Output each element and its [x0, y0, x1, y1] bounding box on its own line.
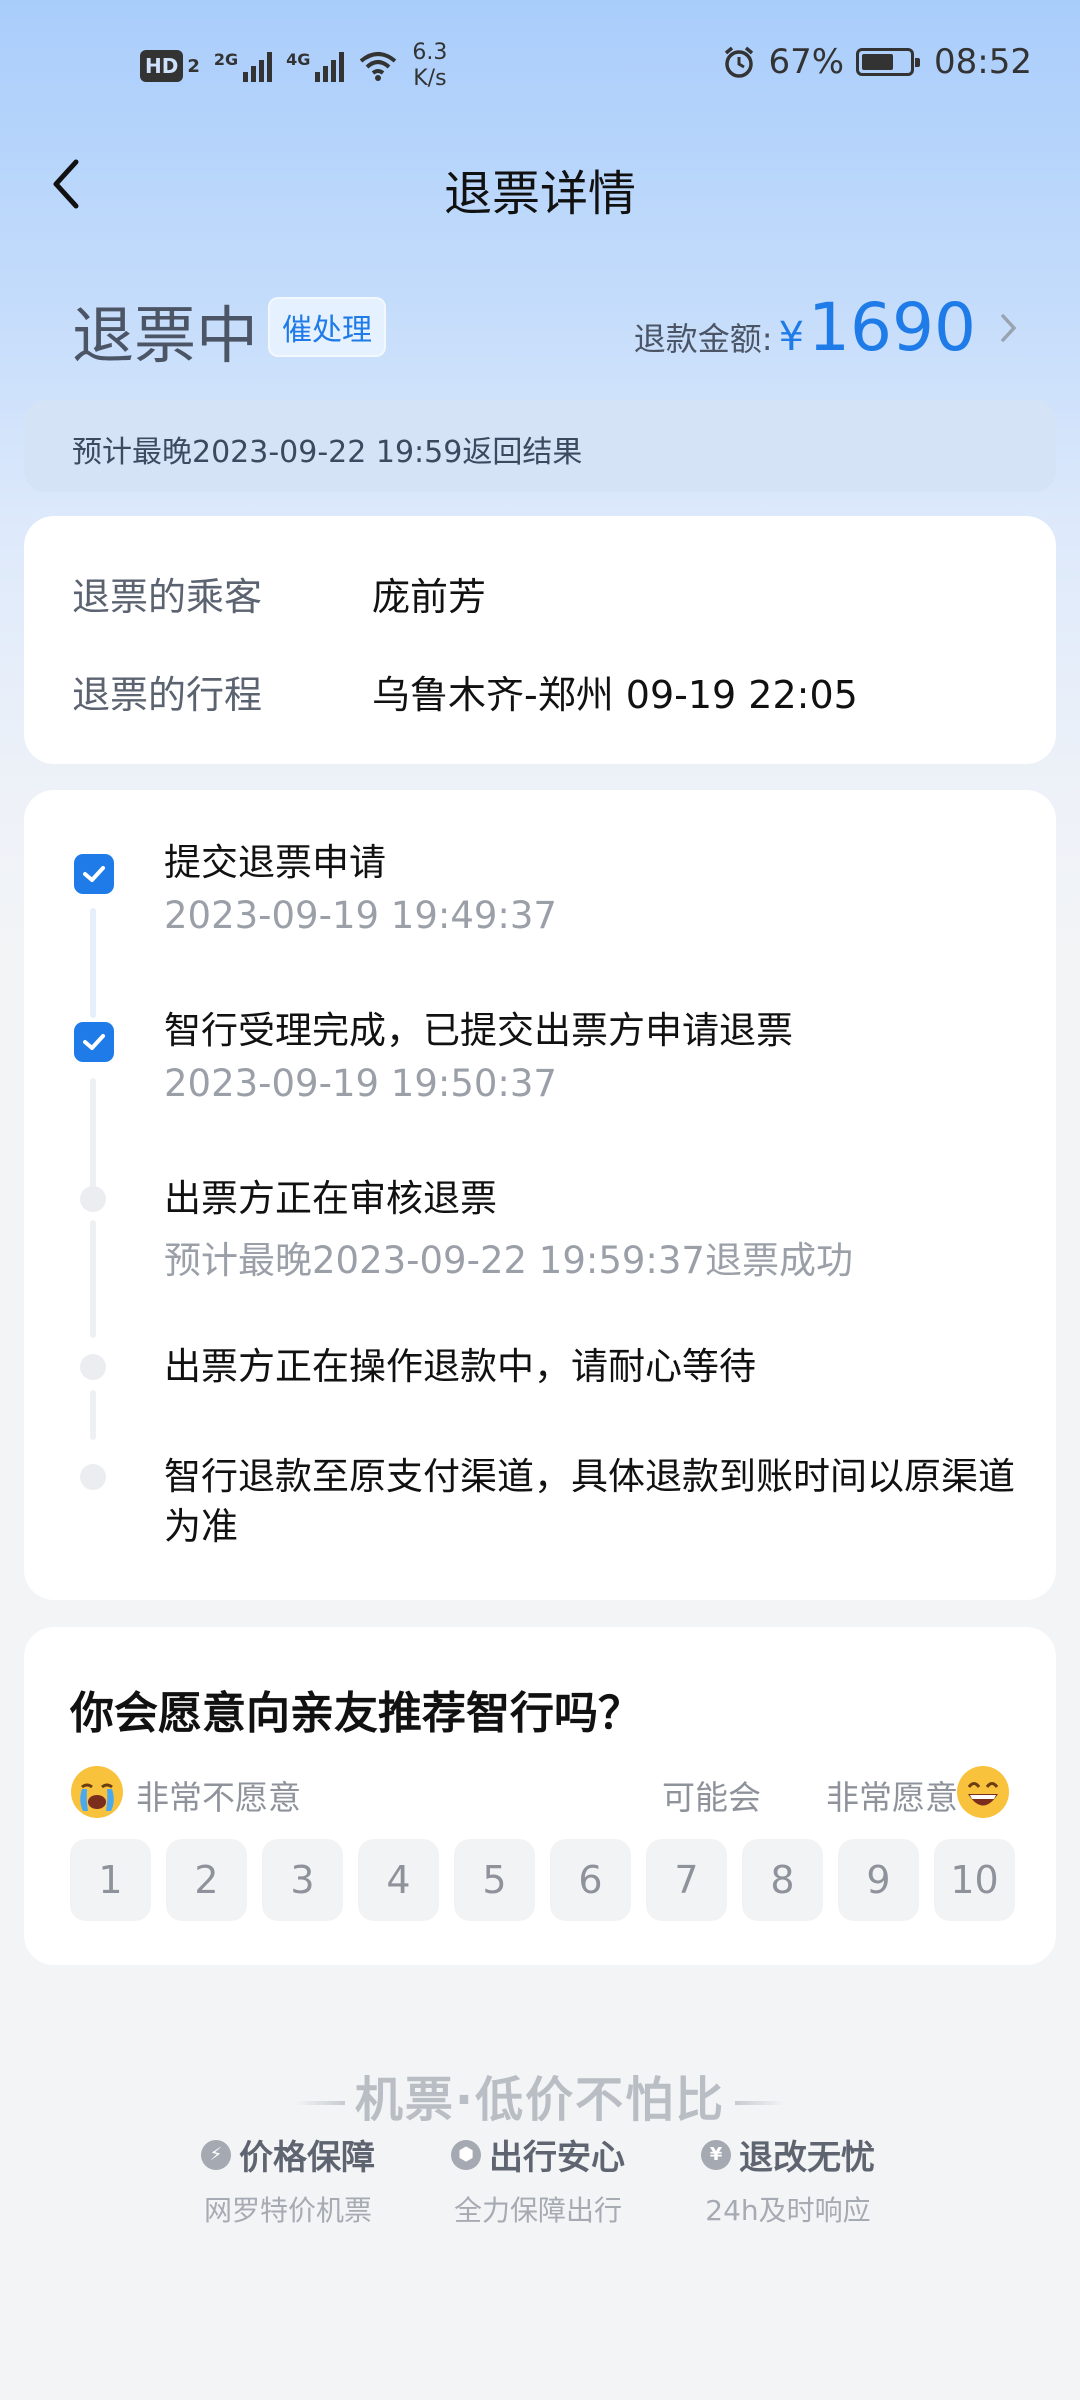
signal-4g-icon: 4G [286, 50, 345, 82]
rating-scale: 1 2 3 4 5 6 7 8 9 10 [70, 1839, 1015, 1921]
step-time: 2023-09-19 19:49:37 [164, 894, 557, 937]
shield-icon: ⬢ [451, 2139, 481, 2170]
nav-header: 退票详情 [0, 140, 1080, 230]
step-title: 提交退票申请 [164, 841, 386, 884]
urge-button[interactable]: 催处理 [268, 297, 386, 357]
chevron-right-icon [1001, 313, 1017, 342]
sim2-label: 2 [187, 55, 200, 77]
step-subtitle: 预计最晚2023-09-22 19:59:37退票成功 [164, 1239, 853, 1282]
check-icon [74, 1022, 114, 1062]
feature-subtitle: 网罗特价机票 [203, 2194, 372, 2227]
feature-price-guarantee: ⚡ 价格保障 网罗特价机票 [158, 2130, 418, 2229]
step-title: 出票方正在操作退款中，请耐心等待 [164, 1345, 756, 1388]
rating-button-5[interactable]: 5 [454, 1839, 535, 1921]
refund-progress-card: 提交退票申请 2023-09-19 19:49:37 智行受理完成，已提交出票方… [24, 790, 1056, 1600]
alarm-icon [725, 46, 754, 78]
timeline-connector [90, 1390, 96, 1440]
status-bar-right: 67% 08:52 [722, 42, 1032, 82]
refund-amount: 1690 [808, 289, 976, 366]
itinerary-label: 退票的行程 [72, 673, 263, 717]
pending-dot-icon [80, 1186, 106, 1212]
pending-dot-icon [80, 1464, 106, 1490]
divider [294, 2101, 345, 2105]
page-title: 退票详情 [443, 166, 636, 222]
battery-percent: 67% [768, 42, 845, 82]
step-title: 出票方正在审核退票 [164, 1177, 497, 1220]
divider [735, 2101, 786, 2105]
feature-subtitle: 24h及时响应 [705, 2194, 871, 2227]
rating-button-2[interactable]: 2 [166, 1839, 247, 1921]
step-time: 2023-09-19 19:50:37 [164, 1062, 557, 1105]
recommend-survey-card: 你会愿意向亲友推荐智行吗？ 非常不愿意 可能会 非常愿意 1 2 3 4 5 6… [24, 1627, 1056, 1965]
feature-title: 退改无忧 [739, 2138, 875, 2178]
timeline-connector [90, 908, 96, 1018]
feature-subtitle: 全力保障出行 [453, 2194, 622, 2227]
currency-symbol: ¥ [778, 314, 805, 360]
passenger-label: 退票的乘客 [72, 575, 263, 619]
hd-icon: HD [140, 50, 184, 82]
estimated-result-notice: 预计最晚2023-09-22 19:59返回结果 [24, 400, 1056, 492]
timeline-connector [90, 1078, 96, 1190]
trip-info-card: 退票的乘客 庞前芳 退票的行程 乌鲁木齐-郑州 09-19 22:05 [24, 516, 1056, 764]
step-title: 智行受理完成，已提交出票方申请退票 [164, 1009, 793, 1052]
network-speed: 6.3 K/s [412, 40, 448, 91]
rating-button-6[interactable]: 6 [550, 1839, 631, 1921]
refund-amount-link[interactable]: 退款金额: ¥ 1690 [634, 289, 1020, 366]
passenger-row: 退票的乘客 庞前芳 [72, 566, 486, 621]
crying-face-icon [71, 1766, 123, 1818]
timeline-connector [90, 1220, 96, 1338]
rating-button-9[interactable]: 9 [838, 1839, 919, 1921]
rating-button-8[interactable]: 8 [742, 1839, 823, 1921]
refund-detail-page: HD 2 2G 4G 6.3 K/s 67% 08:52 退票详情 退票中 催处… [0, 0, 1080, 2400]
wifi-icon [360, 52, 397, 81]
status-bar-left: HD 2 2G 4G 6.3 K/s [140, 40, 447, 92]
rating-button-3[interactable]: 3 [262, 1839, 343, 1921]
check-icon [74, 854, 114, 894]
yen-shield-icon: ¥ [701, 2139, 731, 2170]
feature-title: 价格保障 [239, 2138, 375, 2178]
rating-button-4[interactable]: 4 [358, 1839, 439, 1921]
itinerary-value: 乌鲁木齐-郑州 09-19 22:05 [372, 673, 858, 717]
signal-2g-icon: 2G [214, 50, 273, 82]
promo-slogan: 机票·低价不怕比 [0, 2060, 1080, 2130]
rating-button-7[interactable]: 7 [646, 1839, 727, 1921]
survey-question: 你会愿意向亲友推荐智行吗？ [70, 1688, 642, 1739]
feature-worry-free-change: ¥ 退改无忧 24h及时响应 [658, 2130, 918, 2229]
survey-low-label: 非常不愿意 [136, 1778, 301, 1817]
step-title: 智行退款至原支付渠道，具体退款到账时间以原渠道为准 [164, 1455, 1015, 1548]
pending-dot-icon [80, 1354, 106, 1380]
refund-status: 退票中 [72, 299, 259, 372]
passenger-value: 庞前芳 [372, 575, 487, 619]
survey-scale-labels: 非常不愿意 可能会 非常愿意 [70, 1763, 1010, 1827]
feature-travel-safety: ⬢ 出行安心 全力保障出行 [408, 2130, 668, 2229]
survey-high-label: 非常愿意 [826, 1778, 958, 1817]
clock: 08:52 [934, 42, 1032, 82]
status-bar: HD 2 2G 4G 6.3 K/s 67% 08:52 [0, 0, 1080, 130]
survey-mid-label: 可能会 [662, 1778, 761, 1817]
refund-amount-label: 退款金额: [633, 320, 773, 358]
slogan-text: 机票·低价不怕比 [354, 2072, 726, 2128]
feature-title: 出行安心 [489, 2138, 625, 2178]
rating-button-1[interactable]: 1 [70, 1839, 151, 1921]
lightning-shield-icon: ⚡ [201, 2139, 231, 2170]
refund-status-row: 退票中 催处理 退款金额: ¥ 1690 [72, 285, 1040, 372]
rating-button-10[interactable]: 10 [934, 1839, 1015, 1921]
itinerary-row: 退票的行程 乌鲁木齐-郑州 09-19 22:05 [72, 664, 858, 719]
grinning-face-icon [957, 1766, 1009, 1818]
battery-icon [856, 48, 921, 76]
